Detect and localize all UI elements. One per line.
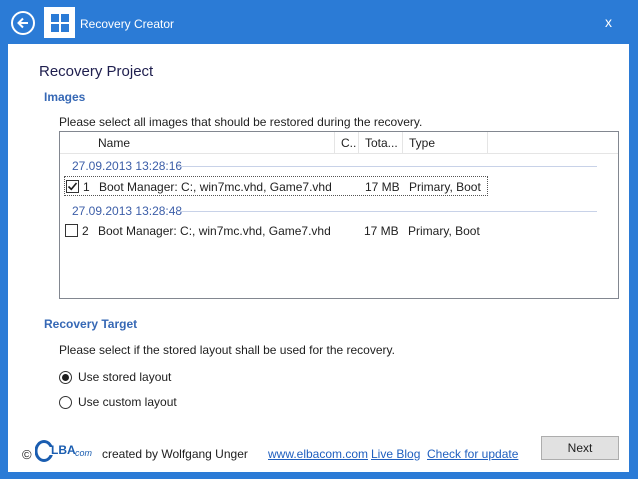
target-instruction: Please select if the stored layout shall… <box>59 343 395 357</box>
app-icon <box>44 7 75 38</box>
windows-logo-icon <box>50 13 69 32</box>
app-window: Recovery Creator x Recovery Project Imag… <box>0 0 638 479</box>
item-type: Primary, Boot <box>409 180 481 194</box>
item-name: Boot Manager: C:, win7mc.vhd, Game7.vhd <box>99 180 332 194</box>
image-checkbox-2[interactable] <box>65 224 78 237</box>
copyright-symbol: © <box>22 447 32 462</box>
column-separator[interactable] <box>487 132 488 154</box>
check-update-link[interactable]: Check for update <box>427 447 518 461</box>
live-blog-link[interactable]: Live Blog <box>371 447 420 461</box>
list-item-2[interactable]: 2 Boot Manager: C:, win7mc.vhd, Game7.vh… <box>64 221 488 241</box>
item-total: 17 MB <box>364 224 399 238</box>
group-header-2[interactable]: 27.09.2013 13:28:48 <box>72 204 182 218</box>
column-header-total[interactable]: Tota... <box>365 132 398 154</box>
images-section-label: Images <box>44 90 86 104</box>
images-instruction: Please select all images that should be … <box>59 115 423 129</box>
column-header-type[interactable]: Type <box>409 132 435 154</box>
item-total: 17 MB <box>365 180 400 194</box>
item-type: Primary, Boot <box>408 224 480 238</box>
back-button[interactable] <box>11 11 35 35</box>
elba-logo: LBA com <box>35 440 97 462</box>
listview-header: Name C.. Tota... Type <box>60 132 618 154</box>
column-separator[interactable] <box>334 132 335 154</box>
group-date-text: 27.09.2013 13:28:48 <box>72 204 183 218</box>
back-arrow-icon <box>17 17 28 29</box>
radio-selected-dot <box>62 374 69 381</box>
checkmark-icon <box>67 182 78 191</box>
column-separator[interactable] <box>402 132 403 154</box>
radio-custom-layout[interactable] <box>59 396 72 409</box>
title-bar: Recovery Creator x <box>0 0 638 44</box>
item-name: Boot Manager: C:, win7mc.vhd, Game7.vhd <box>98 224 331 238</box>
radio-stored-layout[interactable] <box>59 371 72 384</box>
option-custom-layout[interactable]: Use custom layout <box>78 395 177 409</box>
group-header-1[interactable]: 27.09.2013 13:28:16 <box>72 159 182 173</box>
image-checkbox-1[interactable] <box>66 180 79 193</box>
item-number: 2 <box>82 224 89 238</box>
column-header-c[interactable]: C.. <box>341 132 356 154</box>
group-date-text: 27.09.2013 13:28:16 <box>72 159 183 173</box>
column-header-name[interactable]: Name <box>98 132 130 154</box>
group-separator-line <box>177 211 597 212</box>
page-title: Recovery Project <box>39 63 154 80</box>
item-number: 1 <box>83 180 90 194</box>
option-stored-layout[interactable]: Use stored layout <box>78 370 171 384</box>
group-separator-line <box>177 166 597 167</box>
logo-suffix: com <box>75 448 93 458</box>
credit-text: created by Wolfgang Unger <box>102 447 248 461</box>
recovery-target-label: Recovery Target <box>44 317 138 331</box>
column-separator[interactable] <box>358 132 359 154</box>
website-link[interactable]: www.elbacom.com <box>268 447 368 461</box>
close-button[interactable]: x <box>605 14 612 30</box>
next-button[interactable]: Next <box>541 436 619 460</box>
images-listview[interactable]: Name C.. Tota... Type 27.09.2013 13:28:1… <box>59 131 619 299</box>
window-title: Recovery Creator <box>80 17 175 31</box>
list-item-1[interactable]: 1 Boot Manager: C:, win7mc.vhd, Game7.vh… <box>64 176 488 196</box>
logo-text: LBA <box>51 443 76 457</box>
close-icon: x <box>605 14 612 30</box>
client-area: Recovery Project Images Please select al… <box>8 44 629 472</box>
